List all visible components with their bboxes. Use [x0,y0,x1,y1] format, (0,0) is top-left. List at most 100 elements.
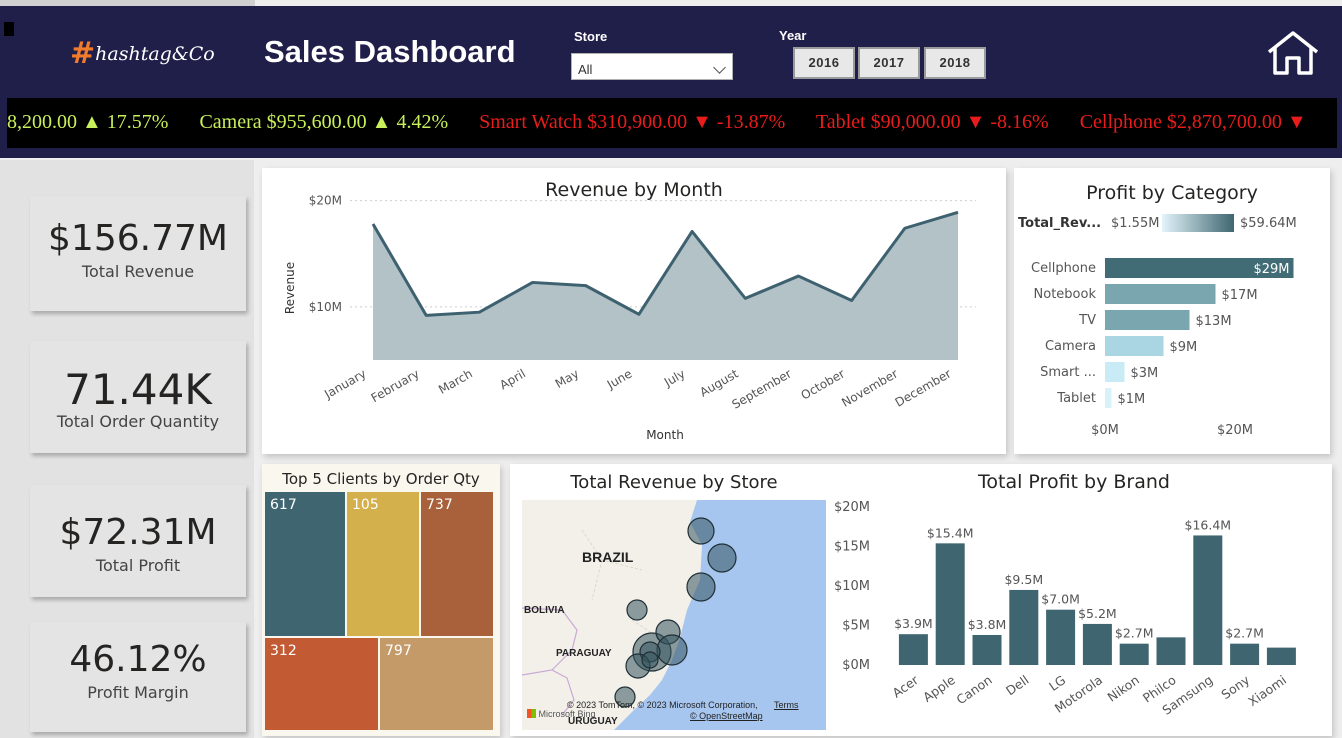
map-terms-link[interactable]: Terms [774,700,799,710]
x-tick-label: November [839,366,900,409]
brand-bar [1230,643,1260,665]
y-tick-label: $20M [834,500,870,515]
treemap-value-label: 105 [352,497,379,513]
home-icon[interactable] [1266,30,1320,80]
legend-gradient-bar [1162,214,1234,232]
treemap-tile [421,492,493,636]
map-attribution: © 2023 TomTom, © 2023 Microsoft Corporat… [567,700,758,710]
year-button-2017[interactable]: 2017 [858,47,920,79]
area-fill [373,212,958,360]
category-label: TV [1078,313,1096,328]
category-label: Cellphone [1031,261,1096,276]
map-label-paraguay: PARAGUAY [556,648,612,659]
category-label: Notebook [1034,287,1097,302]
x-tick-label: LG [1046,672,1068,694]
bar-data-label: $16.4M [1185,517,1232,532]
treemap-tile [265,492,345,636]
map-osm-link[interactable]: © OpenStreetMap [690,711,763,721]
y-tick-label: $15M [834,540,870,555]
store-dropdown-value: All [578,62,593,77]
x-tick-label: Dell [1003,672,1031,698]
page-title: Sales Dashboard [264,34,516,69]
brand-bar [935,543,965,665]
treemap-value-label: 737 [426,497,453,513]
bar-data-label: $2.7M [1115,626,1154,641]
map-land [522,500,737,730]
kpi-card-total-revenue: $156.77M Total Revenue [30,196,246,311]
top-clients-treemap: 617 105 737 312 797 [265,492,493,730]
ticker-item: Camera $955,600.00 ▲ 4.42% [199,111,449,133]
kpi-value: $72.31M [59,512,217,553]
profit-by-category-card: Profit by Category Total_Rev... $1.55M $59… [1014,168,1330,454]
x-tick-label: $0M [1091,423,1119,438]
brand-bar [1046,609,1076,665]
x-tick-label: Canon [953,672,994,707]
bar-data-label: $17M [1222,288,1258,303]
category-bar [1105,388,1112,408]
bar-data-label: $3M [1131,366,1159,381]
ticker-item: Smart Watch $310,900.00 ▼ -13.87% [479,111,786,133]
year-button-2016[interactable]: 2016 [793,47,855,79]
bar-data-label: $5.2M [1078,606,1117,621]
brand-bar [1266,647,1296,665]
y-tick-label: $10M [834,579,870,594]
category-label: Tablet [1056,391,1096,406]
logo-hash: # [70,36,96,71]
x-tick-label: February [369,366,422,405]
logo-text: hashtag&Co [95,43,215,65]
legend-field: Total_Rev... [1018,216,1101,231]
bar-data-label: $15.4M [927,525,974,540]
kpi-label: Total Order Quantity [56,412,220,431]
kpi-card-profit-margin: 46.12% Profit Margin [30,622,246,732]
price-ticker: 8,200.00 ▲ 17.57% Camera $955,600.00 ▲ 4… [7,98,1337,148]
treemap-value-label: 312 [270,643,297,659]
y-tick-label: $0M [842,658,870,673]
brand-bar [1119,643,1149,665]
revenue-by-month-chart: $10M $20M January February March April May June… [283,194,976,442]
legend-min-label: $1.55M [1111,216,1159,231]
map-title: Total Revenue by Store [570,472,778,493]
brand-bar [972,634,1002,665]
x-tick-label: June [604,366,635,392]
x-tick-label: March [436,366,475,396]
x-axis-label: Month [646,428,684,442]
y-tick-label: $5M [842,619,870,634]
y-tick-label: $10M [309,300,342,314]
year-button-2018[interactable]: 2018 [924,47,986,79]
legend-max-label: $59.64M [1240,216,1297,231]
bar-data-label: $7.0M [1041,592,1080,607]
chevron-down-icon [713,61,726,74]
y-tick-label: $20M [309,194,342,208]
treemap-value-label: 797 [385,643,412,659]
category-label: Camera [1045,339,1096,354]
bar-data-label: $2.7M [1225,626,1264,641]
brand-bar [1009,589,1039,665]
kpi-value: 71.44K [64,365,212,414]
brand-bar [1082,623,1112,665]
brand-bar [1193,535,1223,665]
x-tick-label: August [697,366,741,399]
kpi-label: Total Profit [95,556,181,575]
ticker-item: Cellphone $2,870,700.00 ▼ [1079,111,1307,133]
kpi-card-total-order-quantity: 71.44K Total Order Quantity [30,341,246,453]
store-dropdown[interactable]: All [571,53,733,80]
category-bar [1105,284,1216,304]
corner-marker [4,22,14,36]
profit-by-category-chart: Total_Rev... $1.55M $59.64M Cellphone $29M No… [1018,214,1297,438]
brand-logo: #hashtag&Co [70,36,215,71]
x-tick-label: January [321,366,368,401]
revenue-by-store-map[interactable]: BRAZIL BOLIVIA PARAGUAY URUGUAY © 2023 T… [522,500,826,730]
kpi-value: 46.12% [69,639,207,680]
brand-bar [898,634,928,665]
kpi-card-total-profit: $72.31M Total Profit [30,485,246,597]
kpi-label: Profit Margin [87,683,189,702]
x-tick-label: September [730,366,794,411]
store-filter-label: Store [574,29,608,44]
x-tick-label: May [553,366,581,391]
bar-data-label: $9.5M [1004,572,1043,587]
treemap-tile [347,492,419,636]
category-label: Smart ... [1040,365,1096,380]
x-tick-label: Apple [920,672,958,705]
year-filter-label: Year [779,28,807,43]
profit-by-brand-chart: $0M $5M $10M $15M $20M $3.9M Acer $15.4M Apple $3… [834,500,1296,718]
